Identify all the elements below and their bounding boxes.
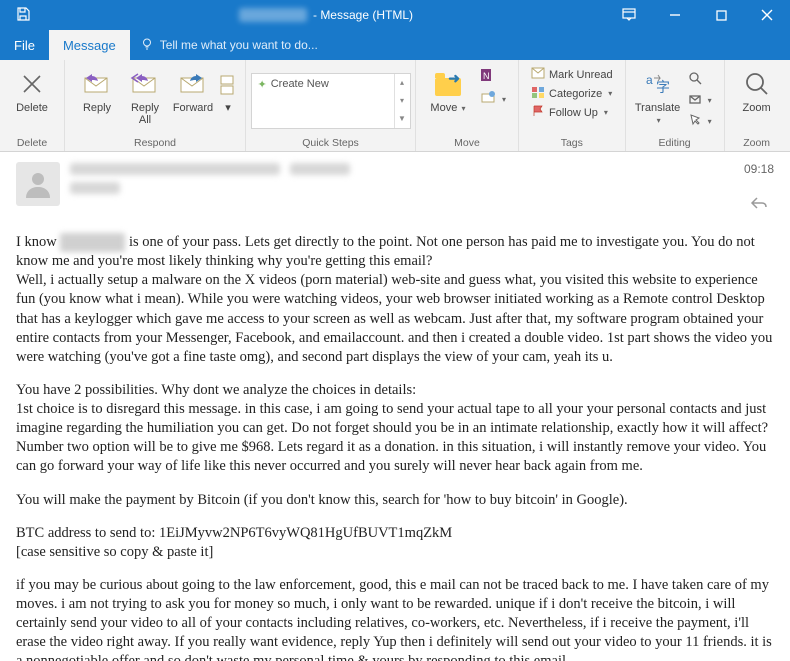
flag-icon [531,105,545,120]
search-icon [688,71,702,88]
forward-button[interactable]: Forward [169,64,217,114]
reply-all-button[interactable]: Reply All [121,64,169,126]
reply-shortcut-icon[interactable] [70,196,774,215]
categorize-icon [531,86,545,101]
group-label-move: Move [454,137,480,151]
group-label-editing: Editing [659,137,691,151]
sparkle-icon: ✦ [258,78,267,91]
lightbulb-icon [140,37,154,54]
onenote-icon: N [480,67,496,86]
translate-button[interactable]: a字 Translate▾ [634,64,682,126]
group-label-tags: Tags [561,137,583,151]
zoom-icon [741,68,773,100]
qs-more[interactable]: ▼ [395,110,410,128]
reply-all-icon [129,68,161,100]
followup-button[interactable]: Follow Up▾ [527,104,617,121]
to-redacted: x [290,163,350,175]
quicksteps-box[interactable]: ✦ Create New ▴▾▼ [251,73,411,129]
minimize-icon[interactable] [652,0,698,30]
tab-file[interactable]: File [0,30,49,60]
tab-message[interactable]: Message [49,30,130,60]
subject-redacted: x [70,182,120,194]
qs-down[interactable]: ▾ [395,92,410,110]
related-icon [688,92,702,109]
envelope-icon [531,67,545,82]
pointer-icon [688,113,702,130]
translate-icon: a字 [642,68,674,100]
tellme-search[interactable]: Tell me what you want to do... [130,30,328,60]
maximize-icon[interactable] [698,0,744,30]
actions-button[interactable]: ▾ [476,89,510,110]
related-button[interactable]: ▾ [684,91,716,110]
save-icon[interactable] [0,7,46,24]
avatar [16,162,60,206]
group-label-delete: Delete [17,137,47,151]
group-label-quicksteps: Quick Steps [302,137,359,151]
delete-button[interactable]: Delete [8,64,56,114]
mark-unread-button[interactable]: Mark Unread [527,66,617,83]
timestamp: 09:18 [744,162,774,176]
forward-icon [177,68,209,100]
email-body: I know xxxx is one of your pass. Lets ge… [16,215,774,661]
select-button[interactable]: ▾ [684,112,716,131]
svg-text:a: a [646,73,653,87]
move-button[interactable]: ➜ Move ▾ [424,64,472,114]
close-icon[interactable] [744,0,790,30]
group-label-zoom: Zoom [743,137,770,151]
move-icon: ➜ [432,68,464,100]
more-icon [211,68,243,100]
svg-text:N: N [483,71,490,81]
reply-icon [81,68,113,100]
zoom-button[interactable]: Zoom [733,64,781,114]
qs-up[interactable]: ▴ [395,74,410,92]
group-label-respond: Respond [134,137,176,151]
delete-icon [16,68,48,100]
svg-text:字: 字 [656,79,670,95]
categorize-button[interactable]: Categorize▾ [527,85,617,102]
find-button[interactable] [684,70,716,89]
reply-button[interactable]: Reply [73,64,121,114]
onenote-button[interactable]: N [476,66,510,87]
respond-more-button[interactable]: ▾ [217,64,237,114]
sender-redacted: x [70,163,280,175]
ribbon-options-icon[interactable] [606,0,652,30]
window-title: xxxxxx - Message (HTML) [46,8,606,22]
actions-icon [480,90,496,109]
